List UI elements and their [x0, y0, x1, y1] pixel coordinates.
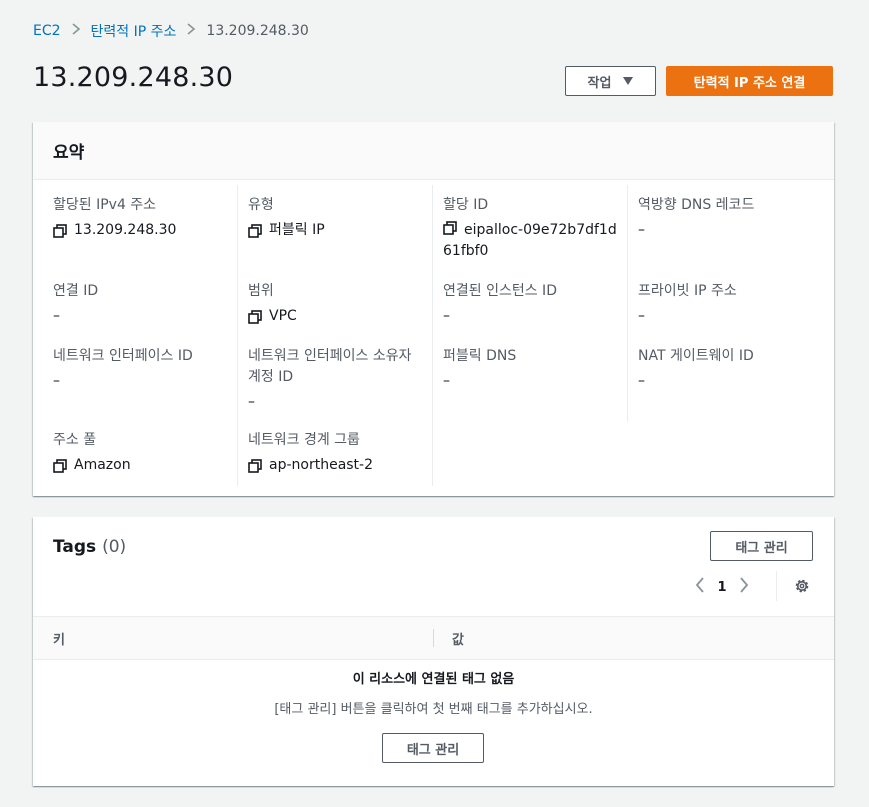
caret-down-icon [623, 77, 634, 85]
field-private-ip: 프라이빗 IP 주소 – [638, 281, 818, 327]
field-value: – [53, 308, 60, 324]
empty-state-description: [태그 관리] 버튼을 클릭하여 첫 번째 태그를 추가하십시오. [274, 702, 593, 717]
chevron-right-icon [61, 23, 91, 39]
field-label: 네트워크 경계 그룹 [248, 432, 360, 448]
field-value: ap-northeast-2 [269, 457, 374, 473]
field-reverse-dns: 역방향 DNS 레코드 – [638, 195, 818, 241]
field-value: – [638, 373, 645, 389]
empty-manage-tags-button[interactable]: 태그 관리 [382, 733, 484, 763]
field-value: VPC [269, 308, 297, 324]
field-label: NAT 게이트웨이 ID [638, 348, 754, 364]
field-label: 퍼블릭 DNS [443, 348, 517, 364]
associate-elastic-ip-button[interactable]: 탄력적 IP 주소 연결 [666, 66, 833, 96]
chevron-right-icon[interactable] [732, 576, 756, 598]
manage-tags-button[interactable]: 태그 관리 [710, 531, 813, 561]
field-value: – [53, 373, 60, 389]
field-value: – [248, 394, 255, 410]
field-public-dns: 퍼블릭 DNS – [443, 346, 623, 392]
summary-title: 요약 [33, 122, 834, 180]
field-value: – [638, 222, 645, 238]
tags-count: (0) [102, 537, 127, 557]
field-eni-owner: 네트워크 인터페이스 소유자 계정 ID – [248, 346, 413, 413]
field-label: 역방향 DNS 레코드 [638, 197, 755, 213]
summary-panel: 요약 할당된 IPv4 주소 13.209.248.30 유형 퍼블릭 IP 할… [33, 122, 834, 496]
page-number[interactable]: 1 [712, 580, 732, 595]
field-label: 네트워크 인터페이스 ID [53, 348, 193, 364]
field-allocation-id: 할당 ID eipalloc-09e72b7df1d61fbf0 [443, 195, 623, 262]
copy-icon[interactable] [248, 459, 262, 473]
field-address-pool: 주소 풀 Amazon [53, 430, 228, 476]
field-type: 유형 퍼블릭 IP [248, 195, 423, 241]
empty-state-title: 이 리소스에 연결된 태그 없음 [352, 672, 515, 687]
field-value: – [443, 308, 450, 324]
tags-title-text: Tags [53, 537, 97, 557]
field-value: – [638, 308, 645, 324]
chevron-right-icon [176, 23, 206, 39]
column-divider [627, 185, 628, 422]
column-divider [237, 185, 238, 486]
field-associated-instance: 연결된 인스턴스 ID – [443, 281, 623, 327]
actions-dropdown-button[interactable]: 작업 [565, 66, 656, 96]
field-label: 할당 ID [443, 197, 489, 213]
field-value: eipalloc-09e72b7df1d61fbf0 [443, 222, 617, 259]
field-value: – [443, 373, 450, 389]
breadcrumb-elastic-ip-link[interactable]: 탄력적 IP 주소 [91, 21, 177, 41]
field-value: 13.209.248.30 [74, 222, 177, 238]
field-eni-id: 네트워크 인터페이스 ID – [53, 346, 228, 392]
copy-icon[interactable] [53, 459, 67, 473]
copy-icon[interactable] [443, 221, 457, 235]
field-border-group: 네트워크 경계 그룹 ap-northeast-2 [248, 430, 423, 476]
column-header-key[interactable]: 키 [53, 629, 65, 648]
field-label: 주소 풀 [53, 432, 97, 448]
page-title: 13.209.248.30 [33, 62, 234, 93]
field-label: 할당된 IPv4 주소 [53, 197, 157, 213]
column-divider [432, 185, 433, 486]
field-allocated-ipv4: 할당된 IPv4 주소 13.209.248.30 [53, 195, 228, 241]
field-label: 네트워크 인터페이스 소유자 계정 ID [248, 348, 412, 385]
field-scope: 범위 VPC [248, 281, 423, 327]
column-header-value[interactable]: 값 [452, 629, 464, 648]
breadcrumb: EC2 탄력적 IP 주소 13.209.248.30 [33, 21, 309, 41]
field-nat-gateway: NAT 게이트웨이 ID – [638, 346, 818, 392]
breadcrumb-ec2-link[interactable]: EC2 [33, 23, 61, 39]
copy-icon[interactable] [248, 224, 262, 238]
copy-icon[interactable] [53, 224, 67, 238]
field-value: 퍼블릭 IP [269, 222, 325, 238]
copy-icon[interactable] [248, 310, 262, 324]
tags-panel: Tags (0) 태그 관리 1 키 값 이 리소스에 연결된 태그 없음 [태… [33, 517, 834, 786]
field-association-id: 연결 ID – [53, 281, 228, 327]
chevron-left-icon[interactable] [688, 576, 712, 598]
pagination: 1 [688, 575, 756, 599]
tags-title: Tags (0) [53, 537, 126, 557]
field-label: 연결 ID [53, 283, 99, 299]
column-resizer[interactable] [433, 629, 434, 647]
field-value: Amazon [74, 457, 131, 473]
breadcrumb-current: 13.209.248.30 [206, 23, 309, 39]
tags-table-header: 키 값 [33, 616, 834, 660]
pager-divider [776, 571, 777, 601]
gear-icon[interactable] [794, 578, 810, 594]
actions-label: 작업 [587, 75, 612, 91]
field-label: 프라이빗 IP 주소 [638, 283, 737, 299]
field-label: 유형 [248, 197, 274, 213]
field-label: 연결된 인스턴스 ID [443, 283, 557, 299]
field-label: 범위 [248, 283, 274, 299]
